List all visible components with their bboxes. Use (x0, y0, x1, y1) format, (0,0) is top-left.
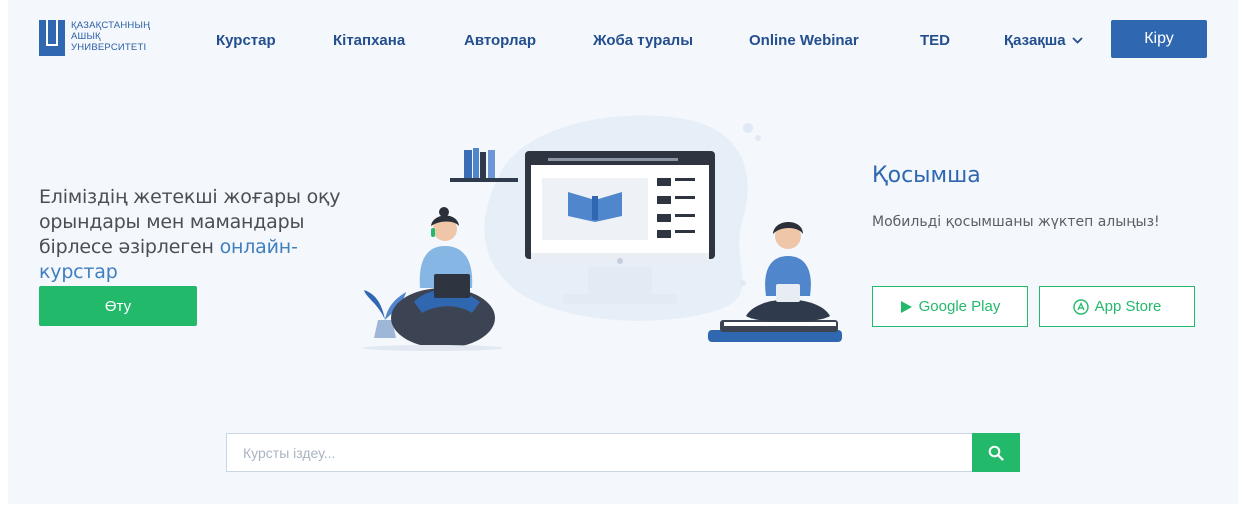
app-section-subtitle: Мобильді қосымшаны жүктеп алыңыз! (872, 214, 1160, 230)
go-button[interactable]: Өту (39, 286, 197, 326)
app-store-icon (1072, 298, 1089, 315)
chevron-down-icon (1072, 37, 1083, 44)
language-selector[interactable]: Қазақша (1004, 32, 1083, 49)
site-logo[interactable]: ҚАЗАҚСТАННЫҢ АШЫҚ УНИВЕРСИТЕТІ (39, 20, 150, 56)
google-play-label: Google Play (918, 298, 1001, 315)
app-section-title: Қосымша (872, 163, 981, 188)
google-play-button[interactable]: Google Play (872, 286, 1028, 327)
nav-library[interactable]: Кітапхана (333, 32, 405, 49)
app-store-button[interactable]: App Store (1039, 286, 1195, 327)
search-bar (226, 433, 1020, 472)
nav-authors[interactable]: Авторлар (464, 32, 536, 49)
logo-text: ҚАЗАҚСТАННЫҢ АШЫҚ УНИВЕРСИТЕТІ (71, 20, 150, 53)
play-store-icon (900, 300, 912, 313)
search-input[interactable] (226, 433, 972, 472)
search-icon (988, 445, 1004, 461)
nav-online-webinar[interactable]: Online Webinar (749, 32, 859, 49)
hero-text: Еліміздің жетекші жоғары оқу орындары ме… (39, 185, 369, 285)
nav-about-project[interactable]: Жоба туралы (593, 32, 693, 49)
nav-ted[interactable]: TED (920, 32, 950, 49)
login-button[interactable]: Кіру (1111, 20, 1207, 58)
logo-line-2: АШЫҚ (71, 31, 101, 42)
logo-line-1: ҚАЗАҚСТАННЫҢ (71, 20, 151, 31)
search-button[interactable] (972, 433, 1020, 472)
app-store-label: App Store (1094, 298, 1162, 315)
logo-line-3: УНИВЕРСИТЕТІ (71, 42, 147, 53)
page-background: ҚАЗАҚСТАННЫҢ АШЫҚ УНИВЕРСИТЕТІ Курстар К… (8, 0, 1238, 504)
hero-illustration (363, 115, 842, 351)
logo-icon (39, 20, 65, 56)
nav-courses[interactable]: Курстар (216, 32, 276, 49)
language-label: Қазақша (1004, 32, 1066, 49)
